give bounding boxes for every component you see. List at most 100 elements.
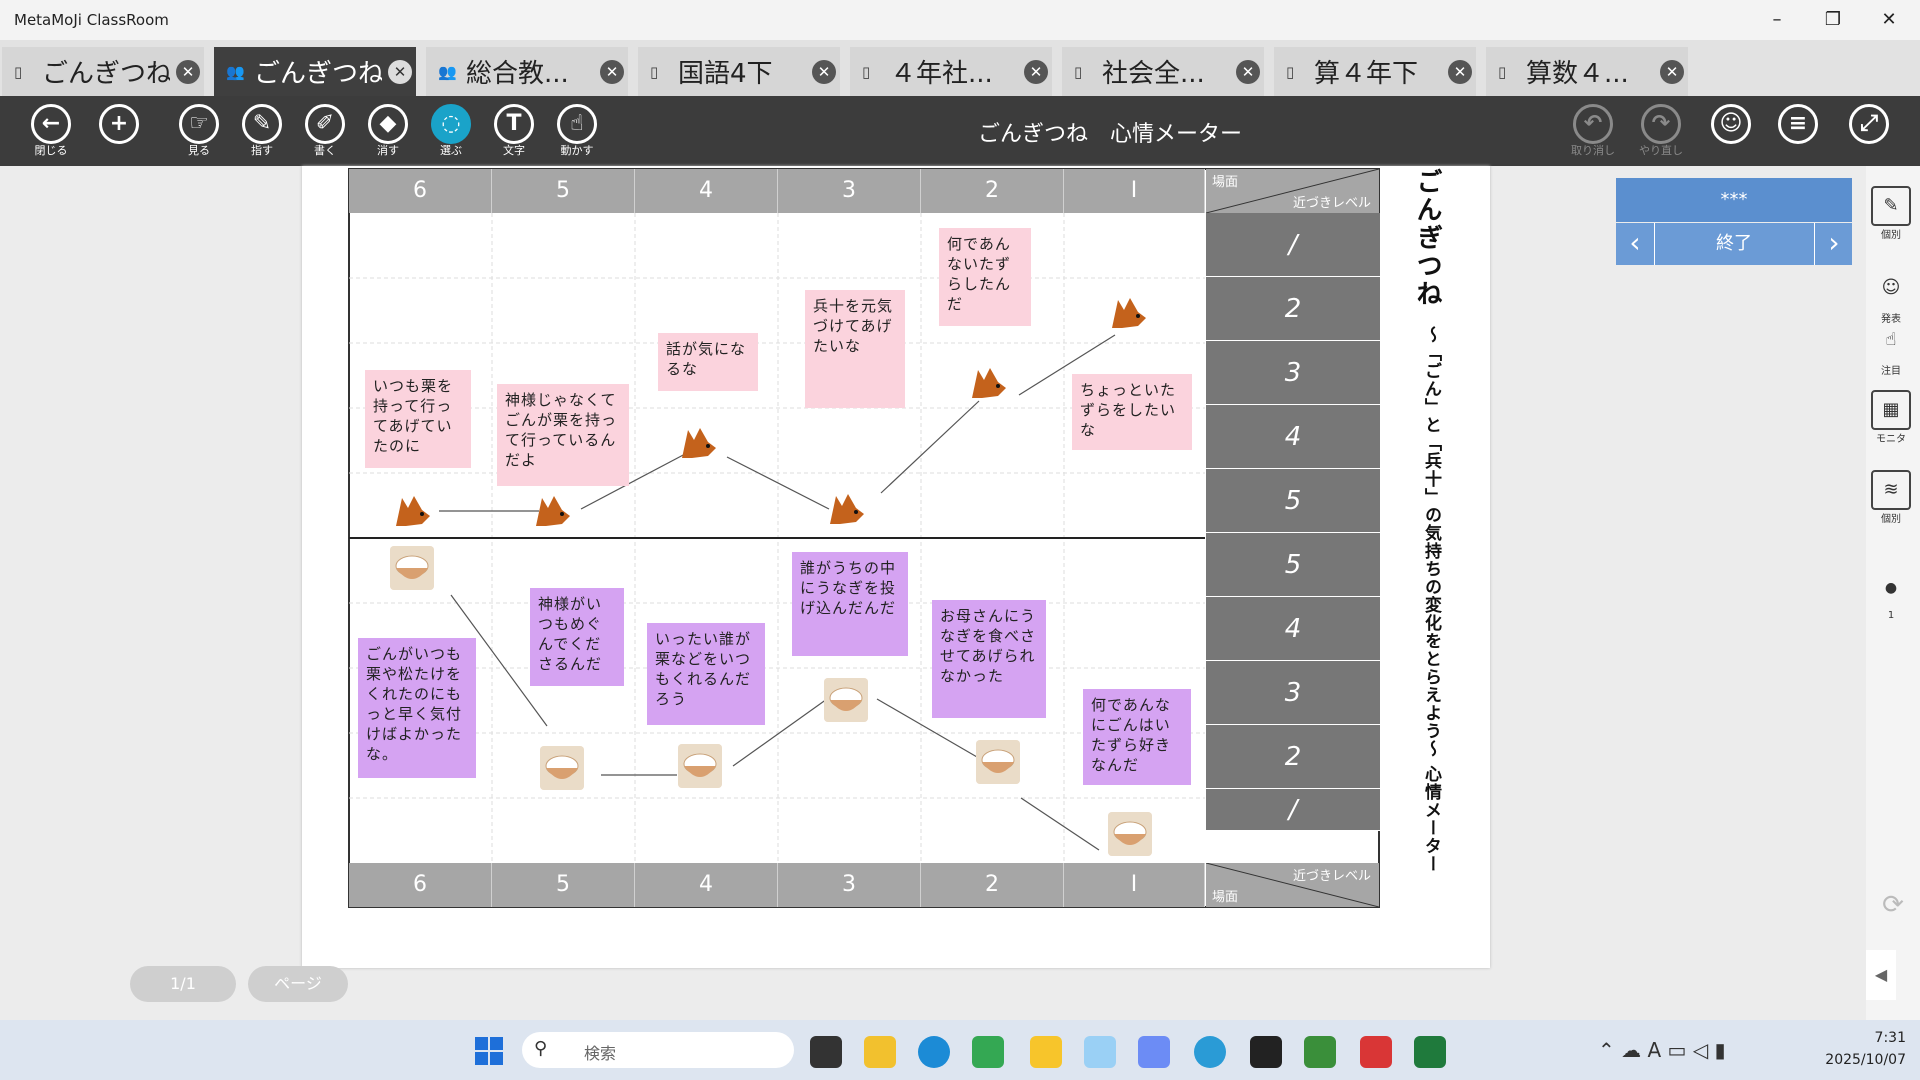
- close-window-button[interactable]: ✕: [1866, 6, 1912, 34]
- monitor-button[interactable]: ▦ モニタ: [1868, 390, 1914, 445]
- hyoju-note-scene4[interactable]: いったい誰が栗などをいつもくれるんだろう: [647, 623, 765, 725]
- next-button[interactable]: ›: [1814, 223, 1853, 265]
- gon-note-scene2[interactable]: 何であんないたずらしたんだ: [939, 228, 1031, 326]
- hyoju-icon[interactable]: [540, 746, 584, 790]
- tab-7[interactable]: ▯ 算４年下 ✕: [1274, 47, 1476, 96]
- canva-icon[interactable]: [1194, 1036, 1226, 1068]
- select-tool-button[interactable]: ◌ 選ぶ: [424, 104, 478, 160]
- hyoju-note-scene1[interactable]: 何であんなにごんはいたずら好きなんだ: [1083, 689, 1191, 785]
- excel-icon[interactable]: [1414, 1036, 1446, 1068]
- minimize-button[interactable]: –: [1754, 6, 1800, 34]
- close-tool-button[interactable]: ← 閉じる: [24, 104, 78, 160]
- view-tool-button[interactable]: ☞ 見る: [172, 104, 226, 160]
- gon-note-scene1[interactable]: ちょっといたずらをしたいな: [1072, 374, 1192, 450]
- attention-button[interactable]: ☝ 注目: [1868, 322, 1914, 377]
- presentation-button[interactable]: ☺ 発表: [1868, 270, 1914, 325]
- prev-button[interactable]: ‹: [1616, 223, 1655, 265]
- fox-icon[interactable]: [392, 490, 432, 528]
- participants-indicator[interactable]: ● 1: [1868, 570, 1914, 621]
- snipping-tool-icon[interactable]: [1084, 1036, 1116, 1068]
- collapse-icon[interactable]: ◀: [1866, 950, 1896, 1000]
- tool-label: 閉じる: [34, 144, 68, 157]
- page-button[interactable]: ページ: [248, 966, 348, 1002]
- hyoju-icon[interactable]: [824, 678, 868, 722]
- hyoju-note-scene3[interactable]: 誰がうちの中にうなぎを投げ込んだんだ: [792, 552, 908, 656]
- group-button[interactable]: ☺: [1704, 104, 1758, 160]
- user-icon: ●: [1884, 580, 1898, 596]
- individual-button[interactable]: ✎ 個別: [1868, 186, 1914, 241]
- add-button[interactable]: +: [92, 104, 146, 160]
- maximize-button[interactable]: ❐: [1810, 6, 1856, 34]
- sticky-notes-icon[interactable]: [1030, 1036, 1062, 1068]
- hyoju-note-scene2[interactable]: お母さんにうなぎを食べさせてあげられなかった: [932, 600, 1046, 718]
- fox-icon[interactable]: [1108, 292, 1148, 330]
- sync-icon[interactable]: ⟳: [1878, 890, 1908, 920]
- tab-close-icon[interactable]: ✕: [1024, 59, 1048, 84]
- point-tool-button[interactable]: ✎ 指す: [235, 104, 289, 160]
- write-tool-button[interactable]: ✐ 書く: [298, 104, 352, 160]
- redo-button[interactable]: ↷ やり直し: [1634, 104, 1688, 160]
- layers-button[interactable]: ≋ 個別: [1868, 470, 1914, 525]
- edit-icon: ✎: [1871, 186, 1911, 226]
- notebook-icon: ▯: [862, 62, 871, 81]
- tab-8[interactable]: ▯ 算数４... ✕: [1486, 47, 1688, 96]
- tab-close-icon[interactable]: ✕: [1448, 59, 1472, 84]
- metamoji-icon[interactable]: [1360, 1036, 1392, 1068]
- tab-close-icon[interactable]: ✕: [388, 59, 412, 84]
- tab-5[interactable]: ▯ ４年社... ✕: [850, 47, 1052, 96]
- undo-icon: ↶: [1573, 104, 1613, 144]
- erase-tool-button[interactable]: ◆ 消す: [361, 104, 415, 160]
- gon-note-scene3[interactable]: 兵十を元気づけてあげたいな: [805, 290, 905, 408]
- school-app-icon[interactable]: [1304, 1036, 1336, 1068]
- tab-close-icon[interactable]: ✕: [812, 59, 836, 84]
- gon-note-scene6[interactable]: いつも栗を持って行ってあげていたのに: [365, 370, 471, 468]
- windows-start-icon[interactable]: [474, 1036, 504, 1066]
- hyoju-note-scene6[interactable]: ごんがいつも栗や松たけをくれたのにもっと早く気付けばよかったな。: [358, 638, 476, 778]
- tab-label: ４年社...: [890, 59, 993, 89]
- scene-number: 2: [921, 863, 1064, 907]
- tab-2-active[interactable]: 👥 ごんぎつね...✕: [214, 47, 416, 96]
- text-tool-button[interactable]: T 文字: [487, 104, 541, 160]
- fullscreen-button[interactable]: ⤢: [1842, 104, 1896, 160]
- tab-close-icon[interactable]: ✕: [176, 59, 200, 84]
- tab-6[interactable]: ▯ 社会全... ✕: [1062, 47, 1264, 96]
- gon-note-scene5[interactable]: 神様じゃなくてごんが栗を持って行っているんだよ: [497, 384, 629, 486]
- fox-icon[interactable]: [968, 362, 1008, 400]
- hyoju-icon[interactable]: [976, 740, 1020, 784]
- fox-icon[interactable]: [826, 488, 866, 526]
- tab-1[interactable]: ▯ ごんぎつね...✕: [2, 47, 204, 96]
- taskbar-search[interactable]: ⚲ 検索: [522, 1032, 794, 1068]
- grid-lines: [349, 213, 1205, 863]
- title-bar: [0, 0, 1920, 40]
- menu-button[interactable]: ≡: [1771, 104, 1825, 160]
- tab-label: 算４年下: [1314, 59, 1419, 89]
- undo-button[interactable]: ↶ 取り消し: [1566, 104, 1620, 160]
- google-drive-icon[interactable]: [972, 1036, 1004, 1068]
- task-view-icon[interactable]: [810, 1036, 842, 1068]
- copilot-icon[interactable]: [1138, 1036, 1170, 1068]
- tab-4[interactable]: ▯ 国語4下 ✕: [638, 47, 840, 96]
- edge-browser-icon[interactable]: [918, 1036, 950, 1068]
- hyoju-icon[interactable]: [390, 546, 434, 590]
- tab-close-icon[interactable]: ✕: [1236, 59, 1260, 84]
- tray-icons[interactable]: ⌃ ☁ A ▭ ◁ ▮: [1598, 1038, 1726, 1062]
- tab-close-icon[interactable]: ✕: [1660, 59, 1684, 84]
- layers-icon: ≋: [1871, 470, 1911, 510]
- fox-icon[interactable]: [532, 490, 572, 528]
- tab-3[interactable]: 👥 総合教... ✕: [426, 47, 628, 96]
- hyoju-icon[interactable]: [678, 744, 722, 788]
- tab-label: 国語4下: [678, 59, 773, 89]
- notebook-icon: ▯: [650, 62, 659, 81]
- clock-date: 2025/10/07: [1825, 1052, 1906, 1068]
- sheet-title: ごんぎつね: [1412, 168, 1442, 308]
- hyoju-note-scene5[interactable]: 神様がいつもめぐんでくださるんだ: [530, 588, 624, 686]
- tab-close-icon[interactable]: ✕: [600, 59, 624, 84]
- hyoju-icon[interactable]: [1108, 812, 1152, 856]
- app-icon[interactable]: [1250, 1036, 1282, 1068]
- end-button[interactable]: 終了: [1656, 223, 1812, 265]
- fox-icon[interactable]: [678, 422, 718, 460]
- gon-note-scene4[interactable]: 話が気になるな: [658, 333, 758, 391]
- hamburger-icon: ≡: [1778, 104, 1818, 144]
- file-explorer-icon[interactable]: [864, 1036, 896, 1068]
- move-tool-button[interactable]: ☝ 動かす: [550, 104, 604, 160]
